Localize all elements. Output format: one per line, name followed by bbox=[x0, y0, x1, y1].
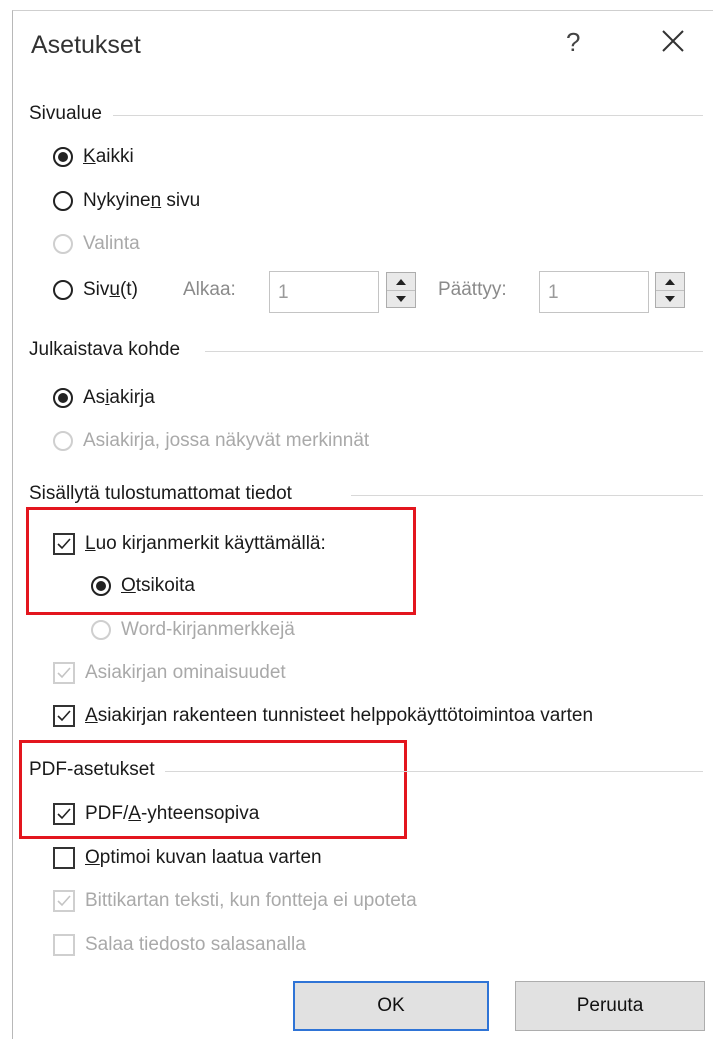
check-bitmap-text: Bittikartan teksti, kun fontteja ei upot… bbox=[53, 884, 417, 918]
pdf-label: PDF-asetukset bbox=[29, 759, 155, 780]
arrow-down-icon bbox=[396, 295, 406, 302]
cancel-button[interactable]: Peruuta bbox=[515, 981, 705, 1031]
radio-document[interactable]: Asiakirja bbox=[53, 381, 155, 415]
check-create-bookmarks[interactable]: Luo kirjanmerkit käyttämällä: bbox=[53, 527, 326, 561]
radio-pages-label: Sivu(t) bbox=[83, 279, 138, 300]
radio-selection-indicator bbox=[53, 234, 73, 254]
dialog-title: Asetukset bbox=[31, 31, 141, 59]
to-input[interactable]: 1 bbox=[539, 271, 649, 313]
to-spinner[interactable] bbox=[655, 272, 685, 308]
check-structure-tags-box[interactable] bbox=[53, 705, 75, 727]
pdf-divider bbox=[165, 771, 703, 772]
checkmark-icon bbox=[57, 895, 71, 907]
check-pdfa-label: PDF/A-yhteensopiva bbox=[85, 803, 260, 824]
check-bitmap-text-box bbox=[53, 890, 75, 912]
check-pdfa-box[interactable] bbox=[53, 803, 75, 825]
check-doc-properties-box bbox=[53, 662, 75, 684]
check-optimize[interactable]: Optimoi kuvan laatua varten bbox=[53, 841, 322, 875]
check-structure-tags[interactable]: Asiakirjan rakenteen tunnisteet helppokä… bbox=[53, 699, 593, 733]
from-spinner[interactable] bbox=[386, 272, 416, 308]
radio-all-pages-indicator[interactable] bbox=[53, 147, 73, 167]
check-structure-tags-label: Asiakirjan rakenteen tunnisteet helppokä… bbox=[85, 705, 594, 726]
radio-document-indicator[interactable] bbox=[53, 388, 73, 408]
radio-all-pages-label: Kaikki bbox=[83, 146, 134, 167]
check-encrypt-box bbox=[53, 934, 75, 956]
close-button[interactable] bbox=[657, 25, 689, 57]
publish-divider bbox=[205, 351, 703, 352]
arrow-up-icon bbox=[396, 278, 406, 285]
radio-headings-label: Otsikoita bbox=[121, 575, 195, 596]
arrow-up-icon bbox=[665, 278, 675, 285]
nonprint-divider bbox=[351, 495, 703, 496]
check-encrypt: Salaa tiedosto salasanalla bbox=[53, 928, 306, 962]
radio-pages-indicator[interactable] bbox=[53, 280, 73, 300]
radio-selection-label: Valinta bbox=[83, 233, 140, 254]
to-spin-down[interactable] bbox=[656, 290, 684, 307]
check-doc-properties-label: Asiakirjan ominaisuudet bbox=[85, 662, 286, 683]
radio-document-markup: Asiakirja, jossa näkyvät merkinnät bbox=[53, 424, 369, 458]
checkmark-icon bbox=[57, 538, 71, 550]
radio-headings-indicator[interactable] bbox=[91, 576, 111, 596]
radio-document-label: Asiakirja bbox=[83, 387, 155, 408]
check-optimize-label: Optimoi kuvan laatua varten bbox=[85, 847, 322, 868]
to-spin-up[interactable] bbox=[656, 273, 684, 291]
check-optimize-box[interactable] bbox=[53, 847, 75, 869]
radio-pages[interactable]: Sivu(t) bbox=[53, 273, 138, 307]
check-doc-properties: Asiakirjan ominaisuudet bbox=[53, 656, 286, 690]
from-label: Alkaa: bbox=[183, 279, 236, 300]
radio-current-page-label: Nykyinen sivu bbox=[83, 190, 201, 211]
radio-all-pages[interactable]: Kaikki bbox=[53, 140, 134, 174]
radio-current-page-indicator[interactable] bbox=[53, 191, 73, 211]
page-range-label: Sivualue bbox=[29, 103, 102, 124]
page-range-divider bbox=[113, 115, 703, 116]
radio-document-markup-label: Asiakirja, jossa näkyvät merkinnät bbox=[83, 430, 370, 451]
close-icon bbox=[662, 30, 684, 52]
highlight-bookmarks bbox=[26, 507, 416, 615]
checkmark-icon bbox=[57, 808, 71, 820]
radio-headings[interactable]: Otsikoita bbox=[91, 569, 195, 603]
help-button[interactable]: ? bbox=[566, 27, 580, 58]
from-value: 1 bbox=[278, 282, 289, 303]
nonprint-label: Sisällytä tulostumattomat tiedot bbox=[29, 483, 292, 504]
radio-selection: Valinta bbox=[53, 227, 140, 261]
from-input[interactable]: 1 bbox=[269, 271, 379, 313]
to-label: Päättyy: bbox=[438, 279, 507, 300]
ok-button[interactable]: OK bbox=[293, 981, 489, 1031]
radio-current-page[interactable]: Nykyinen sivu bbox=[53, 184, 200, 218]
checkmark-icon bbox=[57, 667, 71, 679]
check-pdfa[interactable]: PDF/A-yhteensopiva bbox=[53, 797, 259, 831]
from-spin-up[interactable] bbox=[387, 273, 415, 291]
radio-word-bookmarks: Word-kirjanmerkkejä bbox=[91, 613, 295, 647]
check-create-bookmarks-box[interactable] bbox=[53, 533, 75, 555]
arrow-down-icon bbox=[665, 295, 675, 302]
check-encrypt-label: Salaa tiedosto salasanalla bbox=[85, 934, 306, 955]
check-create-bookmarks-label: Luo kirjanmerkit käyttämällä: bbox=[85, 533, 326, 554]
from-spin-down[interactable] bbox=[387, 290, 415, 307]
to-value: 1 bbox=[548, 282, 559, 303]
radio-word-bookmarks-label: Word-kirjanmerkkejä bbox=[121, 619, 295, 640]
radio-document-markup-indicator bbox=[53, 431, 73, 451]
checkmark-icon bbox=[57, 710, 71, 722]
options-dialog: Asetukset ? Sivualue Kaikki Nykyinen siv… bbox=[12, 10, 713, 1039]
radio-word-bookmarks-indicator bbox=[91, 620, 111, 640]
check-bitmap-text-label: Bittikartan teksti, kun fontteja ei upot… bbox=[85, 890, 417, 911]
publish-label: Julkaistava kohde bbox=[29, 339, 181, 360]
title-bar: Asetukset ? bbox=[13, 11, 713, 77]
